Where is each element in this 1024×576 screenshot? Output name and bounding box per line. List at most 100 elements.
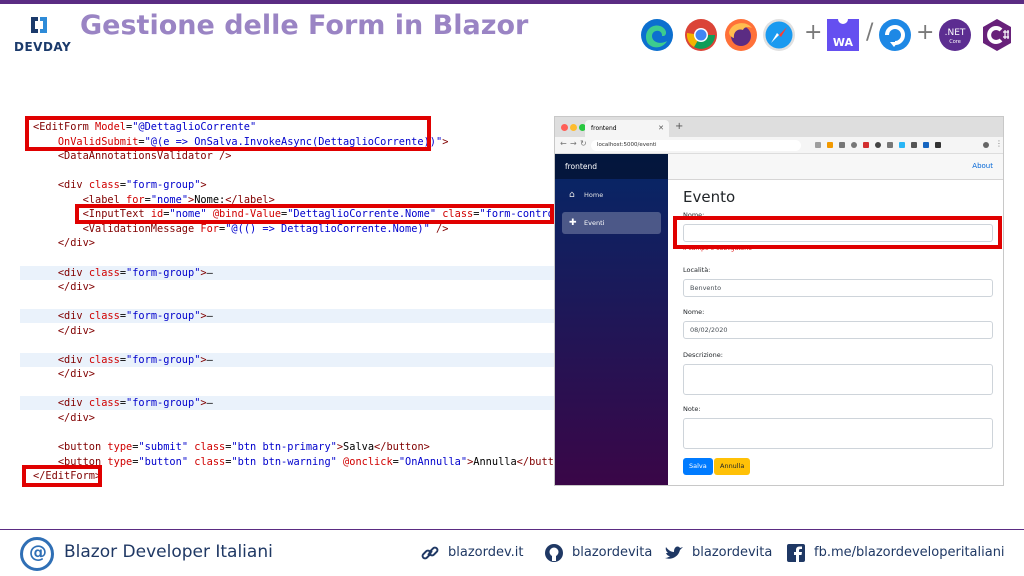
devday-logo-text: DEVDAY — [14, 40, 72, 54]
code-token: class — [88, 353, 120, 366]
code-line: </div> — [20, 324, 554, 338]
code-line-content: <div class="form-group">— — [20, 354, 213, 366]
code-token: <div — [57, 310, 89, 323]
new-tab-icon[interactable]: + — [675, 121, 683, 132]
cancel-button[interactable]: Annulla — [714, 458, 751, 475]
code-token: class — [88, 179, 120, 192]
date-input[interactable]: 08/02/2020 — [683, 321, 993, 339]
extension-icon[interactable] — [899, 142, 905, 148]
code-line-content: </div> — [20, 237, 95, 249]
code-token: "form-group" — [126, 353, 201, 366]
code-token: "@(() => DettaglioCorrente.Nome)" — [225, 222, 430, 235]
sidebar-item-label: Eventi — [584, 219, 605, 227]
facebook-link[interactable]: fb.me/blazordeveloperitaliani — [814, 545, 1005, 560]
code-token: "form-group" — [126, 397, 201, 410]
browser-tab-title: frontend — [591, 125, 617, 132]
code-token: "OnAnnulla" — [398, 455, 468, 468]
code-line-content: <DataAnnotationsValidator /> — [20, 150, 232, 162]
localita-input[interactable]: Benvento — [683, 279, 993, 297]
plus-separator: + — [804, 20, 823, 45]
app-top-nav: About — [668, 154, 1003, 180]
code-line-content — [20, 296, 33, 308]
forward-icon[interactable]: → — [570, 139, 577, 148]
reload-icon[interactable]: ↻ — [580, 139, 587, 148]
code-token: — — [206, 310, 213, 323]
code-token: </div> — [57, 324, 96, 337]
github-icon — [545, 544, 563, 562]
back-icon[interactable]: ← — [560, 139, 567, 148]
minimize-window-dot[interactable] — [570, 124, 577, 131]
note-label: Note: — [683, 405, 701, 413]
code-token: > — [442, 135, 449, 148]
extension-icon[interactable] — [911, 142, 917, 148]
code-line-content — [20, 252, 33, 264]
website-link[interactable]: blazordev.it — [448, 545, 524, 560]
twitter-link[interactable]: blazordevita — [692, 545, 772, 560]
code-token: Annulla — [473, 455, 517, 468]
code-token: "button" — [138, 455, 189, 468]
code-token: For — [200, 222, 220, 235]
code-line: <div class="form-group">— — [20, 265, 554, 280]
code-token: "form-group" — [126, 179, 201, 192]
code-line — [20, 295, 554, 309]
code-token: type — [107, 455, 133, 468]
close-tab-icon[interactable]: ✕ — [658, 120, 664, 137]
webassembly-label: WA — [833, 36, 854, 49]
input-field-highlight-box — [673, 216, 1002, 249]
browser-menu-icon[interactable]: ⋮ — [995, 139, 1003, 148]
edge-icon — [641, 19, 673, 51]
code-token: type — [107, 441, 133, 454]
extension-icon[interactable] — [827, 142, 833, 148]
extension-icon[interactable] — [851, 142, 857, 148]
github-link[interactable]: blazordevita — [572, 545, 652, 560]
sidebar-item-label: Home — [584, 191, 604, 199]
descrizione-textarea[interactable] — [683, 364, 993, 395]
code-line-content — [20, 339, 33, 351]
browser-tab[interactable]: frontend ✕ — [585, 120, 669, 137]
about-link[interactable]: About — [972, 162, 993, 170]
localita-label: Località: — [683, 266, 711, 274]
close-window-dot[interactable] — [561, 124, 568, 131]
code-token: "form-group" — [126, 310, 201, 323]
plus-separator-2: + — [916, 20, 935, 45]
extension-icon[interactable] — [887, 142, 893, 148]
sidebar-item-home[interactable]: ⌂ Home — [562, 184, 661, 206]
code-line — [20, 338, 554, 352]
app-brand[interactable]: frontend — [555, 154, 668, 179]
home-icon: ⌂ — [569, 190, 575, 200]
code-line: </div> — [20, 280, 554, 294]
top-accent-bar — [0, 0, 1024, 4]
code-line: <button type="submit" class="btn btn-pri… — [20, 440, 554, 454]
extension-icon[interactable] — [815, 142, 821, 148]
code-token: "submit" — [138, 441, 189, 454]
extension-icon[interactable] — [863, 142, 869, 148]
browser-toolbar: ← → ↻ localhost:5000/eventi ⋮ — [555, 137, 1003, 154]
save-button[interactable]: Salva — [683, 458, 713, 475]
blazor-server-icon — [879, 19, 911, 51]
plus-icon: ✚ — [569, 218, 577, 228]
profile-avatar[interactable] — [983, 142, 989, 148]
note-textarea[interactable] — [683, 418, 993, 449]
extension-icon[interactable] — [839, 142, 845, 148]
sidebar-item-eventi[interactable]: ✚ Eventi — [562, 212, 661, 234]
code-line: <div class="form-group">— — [20, 396, 554, 411]
extension-icon[interactable] — [875, 142, 881, 148]
technology-icons: + WA / + .NET Core — [640, 14, 1020, 54]
code-line: </div> — [20, 411, 554, 425]
code-token: </div> — [57, 412, 96, 424]
code-token: — — [206, 353, 213, 366]
address-bar[interactable]: localhost:5000/eventi — [591, 140, 801, 151]
link-icon — [421, 546, 439, 560]
extension-icon[interactable] — [923, 142, 929, 148]
extension-icon[interactable] — [935, 142, 941, 148]
code-token: </div> — [57, 237, 96, 250]
code-token: class — [88, 266, 120, 279]
